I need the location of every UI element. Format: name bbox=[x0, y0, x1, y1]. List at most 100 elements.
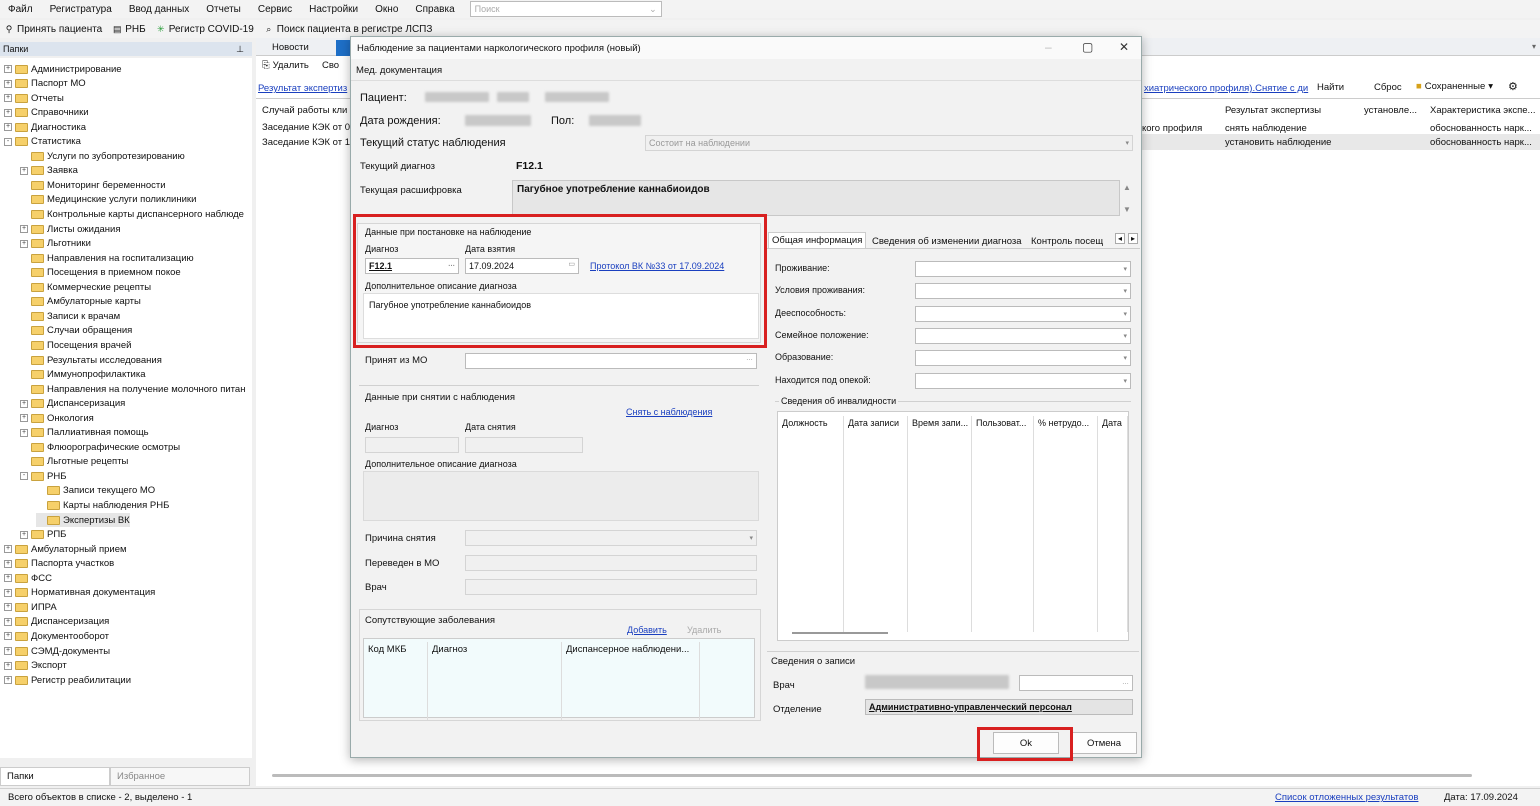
tab-scroll-right-icon[interactable]: ▸ bbox=[1128, 233, 1139, 244]
horizontal-scrollbar[interactable] bbox=[272, 774, 1472, 777]
tree-node[interactable]: Флюорографические осмотры bbox=[20, 440, 180, 454]
col-dispensary[interactable]: Диспансерное наблюдени... bbox=[562, 642, 700, 720]
tree-node[interactable]: + СЭМД-документы bbox=[4, 644, 110, 658]
horizontal-scrollbar[interactable] bbox=[792, 632, 888, 634]
expand-icon[interactable]: + bbox=[4, 676, 12, 685]
settings-icon[interactable]: ⚙ bbox=[1508, 80, 1518, 93]
expand-icon[interactable]: + bbox=[20, 414, 28, 423]
rnb-button[interactable]: ▤ РНБ bbox=[108, 24, 151, 35]
tree-node[interactable]: + Экспорт bbox=[4, 659, 67, 673]
tree-node[interactable]: Карты наблюдения РНБ bbox=[36, 499, 169, 513]
expand-icon[interactable]: + bbox=[20, 530, 28, 539]
expand-icon[interactable]: + bbox=[4, 108, 12, 117]
expand-icon[interactable]: + bbox=[20, 166, 28, 175]
expand-icon[interactable]: + bbox=[20, 225, 28, 234]
record-dept-field[interactable]: Административно-управленческий персонал bbox=[865, 699, 1133, 715]
menu-item[interactable]: Сервис bbox=[250, 4, 301, 15]
search-input[interactable]: Поиск ⌄ bbox=[469, 1, 662, 17]
tree-node[interactable]: + ИПРА bbox=[4, 600, 57, 614]
tree-node[interactable]: Медицинские услуги поликлиники bbox=[20, 193, 196, 207]
med-docs-menu[interactable]: Мед. документация bbox=[356, 65, 442, 76]
col-disability-pct[interactable]: % нетрудо... bbox=[1034, 416, 1098, 632]
from-mo-field[interactable]: … bbox=[465, 353, 757, 369]
tree-node[interactable]: Экспертизы ВК bbox=[36, 513, 130, 528]
sv-button[interactable]: Сво bbox=[322, 60, 339, 71]
col-char[interactable]: Характеристика экспе... bbox=[1430, 105, 1535, 116]
tree-node[interactable]: + Нормативная документация bbox=[4, 586, 155, 600]
tree-node[interactable]: + Листы ожидания bbox=[20, 222, 120, 236]
expand-icon[interactable]: + bbox=[4, 647, 12, 655]
record-doctor-field[interactable]: … bbox=[1019, 675, 1133, 691]
expand-icon[interactable]: + bbox=[4, 574, 12, 583]
info-dropdown[interactable]: ▾ bbox=[915, 350, 1131, 367]
collapse-icon[interactable]: - bbox=[20, 472, 28, 481]
info-dropdown[interactable]: ▾ bbox=[915, 372, 1131, 389]
col-diagnosis[interactable]: Диагноз bbox=[428, 642, 562, 720]
tree-node[interactable]: + РПБ bbox=[20, 528, 66, 542]
scroll-down-icon[interactable]: ▼ bbox=[1123, 205, 1131, 214]
find-button[interactable]: Найти bbox=[1317, 82, 1344, 93]
tree-node[interactable]: Льготные рецепты bbox=[20, 455, 128, 469]
tree-node[interactable]: + Паллиативная помощь bbox=[20, 426, 149, 440]
tab-news[interactable]: Новости bbox=[272, 42, 309, 53]
info-dropdown[interactable]: ▾ bbox=[915, 305, 1131, 322]
tab-dx-changes[interactable]: Сведения об изменении диагноза bbox=[869, 234, 1025, 249]
expand-icon[interactable]: + bbox=[4, 632, 12, 641]
minimize-icon[interactable]: – bbox=[1045, 40, 1052, 54]
expand-icon[interactable]: + bbox=[4, 588, 12, 597]
profile-link[interactable]: хиатрического профиля).Снятие с ди bbox=[1144, 83, 1308, 94]
col-mkb[interactable]: Код МКБ bbox=[364, 642, 428, 720]
tab-general-info[interactable]: Общая информация bbox=[768, 232, 867, 248]
reset-button[interactable]: Сброс bbox=[1374, 82, 1402, 93]
tree-node[interactable]: Амбулаторные карты bbox=[20, 295, 141, 309]
tree-node[interactable]: Иммунопрофилактика bbox=[20, 368, 146, 382]
tree-node[interactable]: + Диспансеризация bbox=[4, 615, 109, 629]
active-tab[interactable] bbox=[336, 40, 350, 56]
tab-favorites[interactable]: Избранное bbox=[110, 767, 250, 786]
col-set[interactable]: установле... bbox=[1364, 105, 1417, 116]
tree-node[interactable]: + Онкология bbox=[20, 411, 94, 425]
tree-node[interactable]: Направления на госпитализацию bbox=[20, 251, 194, 265]
tree-node[interactable]: + Диагностика bbox=[4, 120, 86, 134]
col-position[interactable]: Должность bbox=[778, 416, 844, 632]
tree-node[interactable]: + ФСС bbox=[4, 571, 52, 585]
tree-node[interactable]: + Справочники bbox=[4, 106, 89, 120]
col-result[interactable]: Результат экспертизы bbox=[1225, 105, 1321, 116]
tree-node[interactable]: Результаты исследования bbox=[20, 353, 162, 367]
add-comorbidity-link[interactable]: Добавить bbox=[627, 625, 667, 635]
chevron-down-icon[interactable]: ▾ bbox=[1532, 42, 1536, 51]
expand-icon[interactable]: + bbox=[20, 428, 28, 437]
remove-link[interactable]: Снять с наблюдения bbox=[626, 407, 712, 417]
close-icon[interactable]: ✕ bbox=[1119, 40, 1129, 54]
grid-row[interactable]: Заседание КЭК от 17 bbox=[262, 137, 355, 148]
expand-icon[interactable]: + bbox=[4, 65, 12, 73]
cancel-button[interactable]: Отмена bbox=[1071, 732, 1137, 754]
tree-node[interactable]: Коммерческие рецепты bbox=[20, 280, 151, 294]
delete-button[interactable]: ⎘ Удалить bbox=[262, 60, 309, 71]
tree-node[interactable]: Записи к врачам bbox=[20, 309, 120, 323]
col-user[interactable]: Пользоват... bbox=[972, 416, 1034, 632]
tree-node[interactable]: - Статистика bbox=[4, 135, 81, 149]
menu-item[interactable]: Файл bbox=[0, 4, 42, 15]
tree-node[interactable]: + Паспорт МО bbox=[4, 77, 86, 91]
pin-icon[interactable]: ⊥ bbox=[236, 44, 244, 55]
menu-item[interactable]: Отчеты bbox=[198, 4, 250, 15]
tab-visit-control[interactable]: Контроль посещ bbox=[1028, 234, 1115, 249]
tree-node[interactable]: + Документооборот bbox=[4, 629, 109, 643]
expand-icon[interactable]: + bbox=[4, 617, 12, 626]
search-patient-lspz-button[interactable]: ⌕ Поиск пациента в регистре ЛСПЗ bbox=[260, 24, 439, 35]
tree-node[interactable]: - РНБ bbox=[20, 469, 66, 483]
tab-scroll-left-icon[interactable]: ◂ bbox=[1115, 233, 1126, 244]
col-date[interactable]: Дата bbox=[1098, 416, 1128, 632]
covid-register-button[interactable]: ✳ Регистр COVID-19 bbox=[152, 24, 260, 35]
tree-node[interactable]: + Регистр реабилитации bbox=[4, 673, 131, 687]
saved-filters-button[interactable]: ■ Сохраненные ▾ bbox=[1416, 81, 1493, 92]
tree-node[interactable]: Случаи обращения bbox=[20, 324, 132, 338]
tree-node[interactable]: Посещения в приемном покое bbox=[20, 266, 181, 280]
expand-icon[interactable]: + bbox=[20, 239, 28, 248]
tree-node[interactable]: + Отчеты bbox=[4, 91, 64, 105]
tree-node[interactable]: + Администрирование bbox=[4, 62, 122, 76]
accept-patient-button[interactable]: ⚲ Принять пациента bbox=[0, 24, 108, 35]
tree-node[interactable]: Направления на получение молочного питан bbox=[20, 382, 245, 396]
expand-icon[interactable]: + bbox=[20, 399, 28, 408]
